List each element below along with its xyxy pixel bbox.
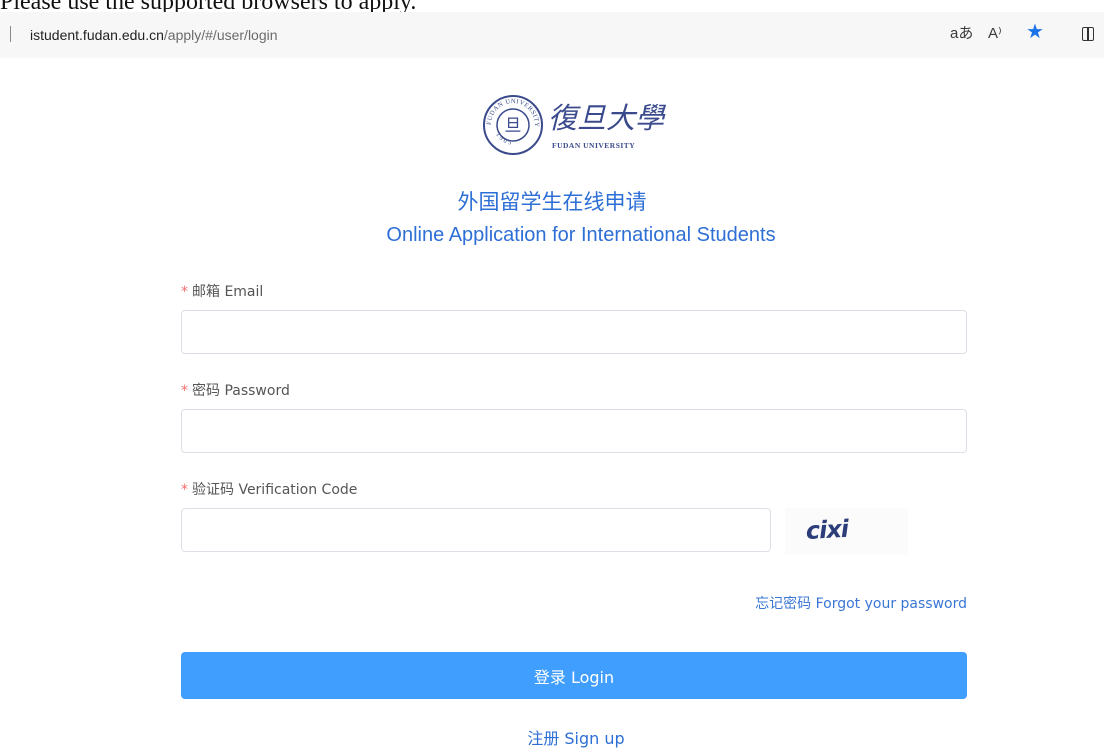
fudan-university-logo: FUDAN UNIVERSITY 1905 旦 復旦大學 FUDAN UNIVE…: [483, 95, 667, 155]
url-text[interactable]: istudent.fudan.edu.cn/apply/#/user/login: [30, 26, 278, 44]
verification-code-label-text: 验证码 Verification Code: [192, 482, 358, 498]
page-content: [12, 58, 1104, 744]
verification-code-field[interactable]: [181, 508, 771, 552]
seal-center-glyph: 旦: [505, 116, 522, 136]
page-title-cn: 外国留学生在线申请: [457, 190, 647, 214]
url-path: /apply/#/user/login: [163, 27, 278, 43]
captcha-text: cixi: [805, 515, 850, 545]
required-mark: *: [181, 482, 188, 498]
password-label: * 密码 Password: [181, 380, 290, 400]
required-mark: *: [181, 383, 188, 399]
logo-name-cn: 復旦大學: [548, 101, 667, 135]
favorite-star-icon[interactable]: ★: [1026, 21, 1044, 43]
login-button[interactable]: 登录 Login: [181, 652, 967, 699]
password-label-text: 密码 Password: [192, 383, 290, 399]
email-label-text: 邮箱 Email: [192, 284, 264, 300]
logo-name-en: FUDAN UNIVERSITY: [552, 141, 635, 150]
sign-up-link[interactable]: 注册 Sign up: [0, 725, 1104, 749]
email-field[interactable]: [181, 310, 967, 354]
page-title-en: Online Application for International Stu…: [386, 224, 776, 246]
url-host: istudent.fudan.edu.cn: [30, 27, 164, 43]
translate-icon[interactable]: aあ: [950, 23, 973, 45]
captcha-image[interactable]: cixi: [785, 508, 908, 555]
verification-code-label: * 验证码 Verification Code: [181, 479, 357, 499]
address-bar-divider: [10, 26, 11, 42]
forgot-password-link[interactable]: 忘记密码 Forgot your password: [755, 593, 967, 613]
university-seal-icon: FUDAN UNIVERSITY 1905 旦: [483, 95, 543, 155]
browser-support-notice: Please use the supported browsers to app…: [0, 0, 416, 12]
required-mark: *: [181, 284, 188, 300]
password-field[interactable]: [181, 409, 967, 453]
address-bar[interactable]: istudent.fudan.edu.cn/apply/#/user/login…: [0, 12, 1104, 58]
read-aloud-icon[interactable]: A⁾: [988, 23, 1002, 45]
split-screen-icon[interactable]: [1082, 27, 1094, 41]
email-label: * 邮箱 Email: [181, 281, 263, 301]
